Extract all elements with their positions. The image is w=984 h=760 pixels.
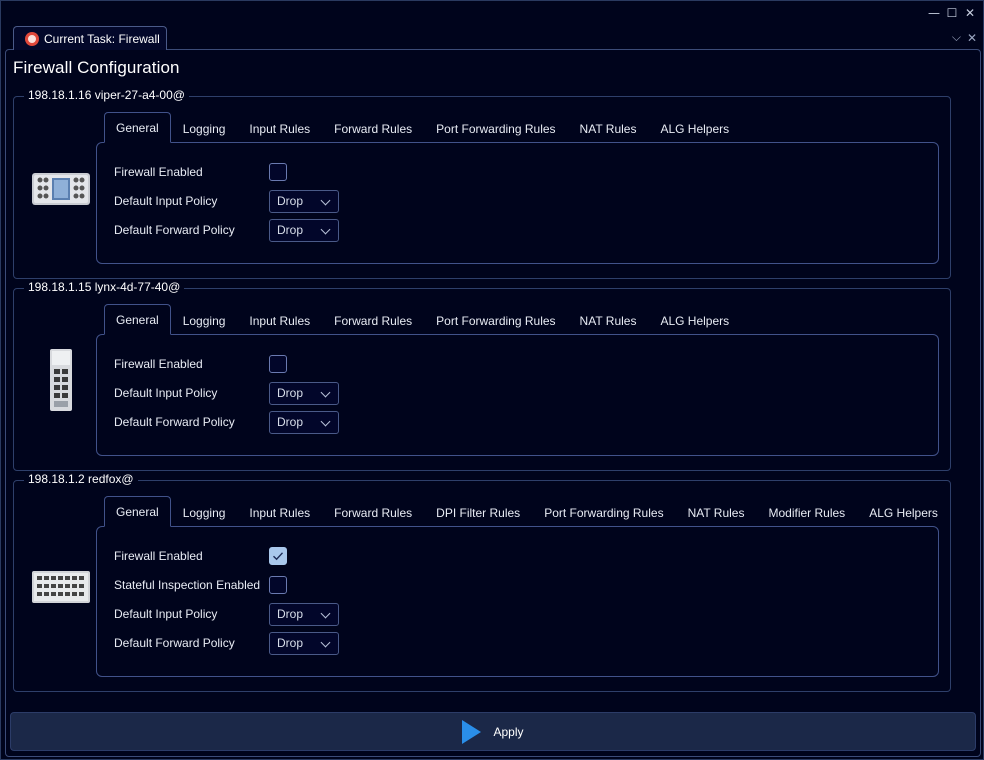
app-window: — ☐ ✕ ⌵ ✕ Current Task: Firewall Firewal… bbox=[0, 0, 984, 760]
default-forward-policy-select[interactable]: Drop bbox=[269, 218, 339, 242]
device-image-redfox bbox=[30, 566, 92, 608]
default-forward-policy-select[interactable]: Drop bbox=[269, 410, 339, 434]
device-icon bbox=[32, 571, 90, 603]
field-label: Default Input Policy bbox=[114, 386, 218, 400]
field-label: Stateful Inspection Enabled bbox=[114, 578, 261, 592]
tab-alg-helpers[interactable]: ALG Helpers bbox=[857, 499, 950, 527]
firewall-enabled-checkbox[interactable] bbox=[269, 355, 287, 373]
device-group-title: 198.18.1.15 lynx-4d-77-40@ bbox=[24, 280, 185, 294]
field-label: Firewall Enabled bbox=[114, 549, 203, 563]
close-icon[interactable]: ✕ bbox=[963, 6, 977, 20]
field-row: Default Input Policy Drop bbox=[114, 189, 339, 213]
checkmark-icon bbox=[273, 552, 284, 561]
tab-input-rules[interactable]: Input Rules bbox=[237, 307, 322, 335]
select-value: Drop bbox=[277, 415, 304, 429]
device-group-lynx: 198.18.1.15 lynx-4d-77-40@ General Loggi… bbox=[13, 280, 951, 471]
default-input-policy-select[interactable]: Drop bbox=[269, 602, 339, 626]
field-row: Stateful Inspection Enabled bbox=[114, 574, 287, 596]
field-row: Firewall Enabled bbox=[114, 545, 287, 567]
device-image-viper bbox=[30, 167, 92, 209]
tab-nat-rules[interactable]: NAT Rules bbox=[568, 115, 649, 143]
tab-general[interactable]: General bbox=[104, 496, 171, 527]
play-icon bbox=[462, 719, 482, 744]
tab-nat-rules[interactable]: NAT Rules bbox=[676, 499, 757, 527]
device-tabs: General Logging Input Rules Forward Rule… bbox=[104, 304, 741, 335]
field-row: Default Input Policy Drop bbox=[114, 381, 339, 405]
chevron-down-icon[interactable]: ⌵ bbox=[952, 30, 961, 45]
document-tab-current-task[interactable]: Current Task: Firewall bbox=[13, 26, 167, 50]
select-value: Drop bbox=[277, 194, 304, 208]
document-tab-label: Current Task: Firewall bbox=[44, 31, 160, 46]
field-row: Default Forward Policy Drop bbox=[114, 218, 339, 242]
chevron-down-icon bbox=[320, 637, 331, 647]
field-label: Firewall Enabled bbox=[114, 165, 203, 179]
tab-port-forwarding-rules[interactable]: Port Forwarding Rules bbox=[532, 499, 675, 527]
select-value: Drop bbox=[277, 223, 304, 237]
field-row: Default Forward Policy Drop bbox=[114, 410, 339, 434]
select-value: Drop bbox=[277, 636, 304, 650]
apply-button[interactable]: Apply bbox=[10, 712, 976, 751]
page-title: Firewall Configuration bbox=[13, 58, 180, 77]
tab-input-rules[interactable]: Input Rules bbox=[237, 115, 322, 143]
device-group-viper: 198.18.1.16 viper-27-a4-00@ General Logg… bbox=[13, 88, 951, 279]
field-row: Firewall Enabled bbox=[114, 353, 287, 375]
device-group-title: 198.18.1.16 viper-27-a4-00@ bbox=[24, 88, 189, 102]
field-row: Default Forward Policy Drop bbox=[114, 631, 339, 655]
window-controls: — ☐ ✕ bbox=[927, 4, 977, 22]
field-label: Default Forward Policy bbox=[114, 415, 235, 429]
default-input-policy-select[interactable]: Drop bbox=[269, 381, 339, 405]
device-group-redfox: 198.18.1.2 redfox@ General Logging Input… bbox=[13, 472, 951, 692]
minimize-icon[interactable]: — bbox=[927, 6, 941, 20]
device-image-lynx bbox=[30, 347, 92, 413]
tab-nat-rules[interactable]: NAT Rules bbox=[568, 307, 649, 335]
tab-port-forwarding-rules[interactable]: Port Forwarding Rules bbox=[424, 115, 567, 143]
task-icon bbox=[25, 31, 39, 46]
tab-alg-helpers[interactable]: ALG Helpers bbox=[648, 307, 741, 335]
chevron-down-icon bbox=[320, 387, 331, 397]
tab-dpi-filter-rules[interactable]: DPI Filter Rules bbox=[424, 499, 532, 527]
chevron-down-icon bbox=[320, 195, 331, 205]
tab-port-forwarding-rules[interactable]: Port Forwarding Rules bbox=[424, 307, 567, 335]
tab-general[interactable]: General bbox=[104, 112, 171, 143]
tab-panel-general: Firewall Enabled Default Input Policy Dr… bbox=[96, 334, 939, 456]
tab-alg-helpers[interactable]: ALG Helpers bbox=[648, 115, 741, 143]
tab-modifier-rules[interactable]: Modifier Rules bbox=[756, 499, 857, 527]
field-row: Default Input Policy Drop bbox=[114, 602, 339, 626]
device-group-title: 198.18.1.2 redfox@ bbox=[24, 472, 138, 486]
device-tabs: General Logging Input Rules Forward Rule… bbox=[104, 496, 950, 527]
field-row: Firewall Enabled bbox=[114, 161, 287, 183]
chevron-down-icon bbox=[320, 608, 331, 618]
tab-logging[interactable]: Logging bbox=[171, 307, 238, 335]
tab-logging[interactable]: Logging bbox=[171, 499, 238, 527]
tab-panel-general: Firewall Enabled Stateful Inspection Ena… bbox=[96, 526, 939, 677]
chevron-down-icon bbox=[320, 224, 331, 234]
chevron-down-icon bbox=[320, 416, 331, 426]
firewall-enabled-checkbox[interactable] bbox=[269, 547, 287, 565]
default-input-policy-select[interactable]: Drop bbox=[269, 189, 339, 213]
field-label: Firewall Enabled bbox=[114, 357, 203, 371]
tab-forward-rules[interactable]: Forward Rules bbox=[322, 115, 424, 143]
tab-general[interactable]: General bbox=[104, 304, 171, 335]
field-label: Default Forward Policy bbox=[114, 636, 235, 650]
close-tab-icon[interactable]: ✕ bbox=[967, 31, 977, 45]
device-icon bbox=[32, 173, 90, 205]
firewall-enabled-checkbox[interactable] bbox=[269, 163, 287, 181]
stateful-inspection-checkbox[interactable] bbox=[269, 576, 287, 594]
field-label: Default Input Policy bbox=[114, 607, 218, 621]
tab-panel-general: Firewall Enabled Default Input Policy Dr… bbox=[96, 142, 939, 264]
select-value: Drop bbox=[277, 386, 304, 400]
field-label: Default Forward Policy bbox=[114, 223, 235, 237]
device-tabs: General Logging Input Rules Forward Rule… bbox=[104, 112, 741, 143]
tab-forward-rules[interactable]: Forward Rules bbox=[322, 499, 424, 527]
tab-input-rules[interactable]: Input Rules bbox=[237, 499, 322, 527]
field-label: Default Input Policy bbox=[114, 194, 218, 208]
maximize-icon[interactable]: ☐ bbox=[945, 6, 959, 20]
default-forward-policy-select[interactable]: Drop bbox=[269, 631, 339, 655]
tabstrip-controls: ⌵ ✕ bbox=[952, 30, 977, 45]
tab-forward-rules[interactable]: Forward Rules bbox=[322, 307, 424, 335]
tab-logging[interactable]: Logging bbox=[171, 115, 238, 143]
apply-label: Apply bbox=[493, 724, 524, 739]
device-icon bbox=[50, 349, 72, 411]
select-value: Drop bbox=[277, 607, 304, 621]
